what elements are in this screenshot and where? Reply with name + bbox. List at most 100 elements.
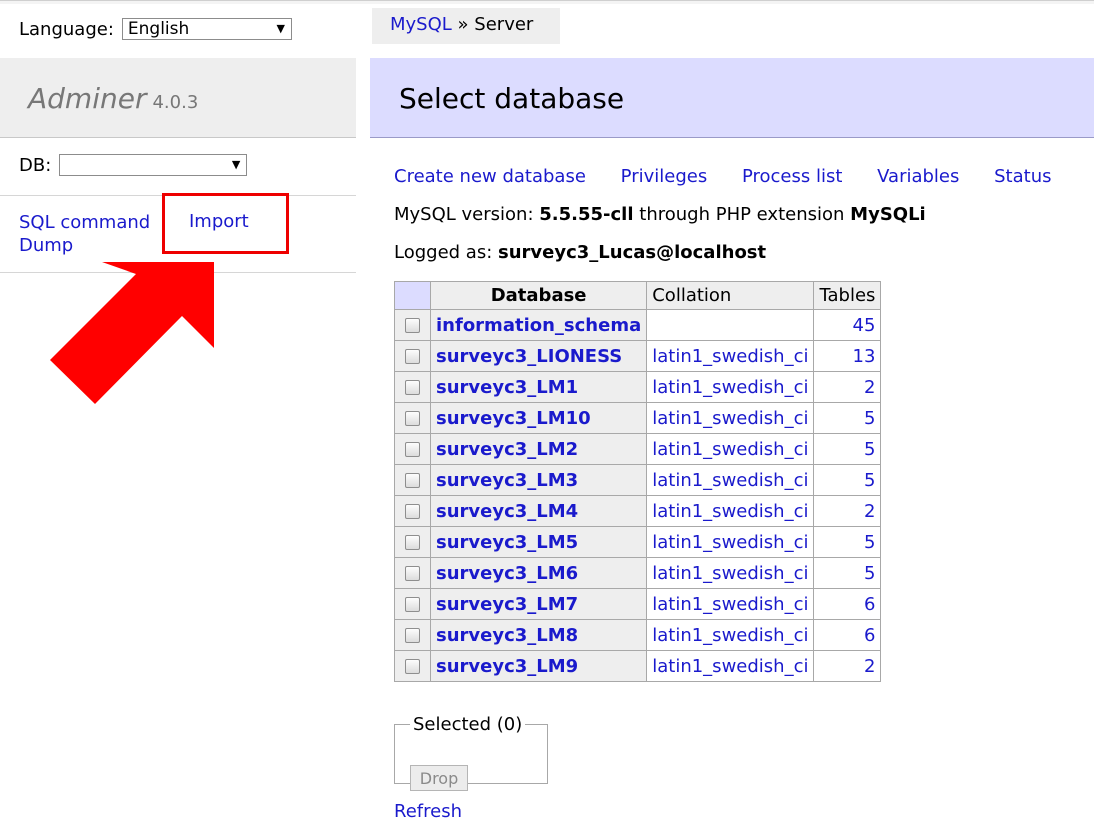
collation-column-header: Collation — [646, 281, 815, 310]
database-link[interactable]: surveyc3_LM3 — [436, 470, 578, 491]
database-link[interactable]: surveyc3_LM8 — [436, 625, 578, 646]
tables-count-link[interactable]: 5 — [864, 439, 875, 460]
collation-link[interactable]: latin1_swedish_ci — [652, 346, 808, 367]
collation-cell: latin1_swedish_ci — [646, 650, 815, 682]
page-title: Select database — [399, 82, 625, 115]
tables-count-link[interactable]: 5 — [864, 470, 875, 491]
table-row: surveyc3_LM5 latin1_swedish_ci 5 — [394, 526, 882, 558]
collation-link[interactable]: latin1_swedish_ci — [652, 377, 808, 398]
database-link[interactable]: information_schema — [436, 315, 641, 336]
row-checkbox[interactable] — [405, 349, 420, 364]
refresh-link[interactable]: Refresh — [394, 801, 462, 822]
tables-count-cell: 2 — [813, 650, 882, 682]
collation-link[interactable]: latin1_swedish_ci — [652, 656, 808, 677]
red-arrow-icon — [50, 262, 214, 404]
collation-cell: latin1_swedish_ci — [646, 495, 815, 527]
collation-cell: latin1_swedish_ci — [646, 557, 815, 589]
collation-link[interactable]: latin1_swedish_ci — [652, 501, 808, 522]
process-list-link[interactable]: Process list — [742, 166, 842, 187]
database-name-cell: surveyc3_LM6 — [429, 557, 648, 589]
collation-link[interactable]: latin1_swedish_ci — [652, 563, 808, 584]
row-checkbox[interactable] — [405, 628, 420, 643]
database-link[interactable]: surveyc3_LM9 — [436, 656, 578, 677]
row-checkbox[interactable] — [405, 566, 420, 581]
browser-top-edge — [0, 0, 1094, 4]
dump-link[interactable]: Dump — [19, 235, 73, 256]
row-checkbox-cell — [394, 371, 431, 403]
status-link[interactable]: Status — [994, 166, 1051, 187]
row-checkbox[interactable] — [405, 380, 420, 395]
tables-count-link[interactable]: 5 — [864, 563, 875, 584]
tables-count-link[interactable]: 6 — [864, 594, 875, 615]
privileges-link[interactable]: Privileges — [621, 166, 708, 187]
language-select[interactable]: English ▼ — [121, 18, 292, 40]
breadcrumb-mysql-link[interactable]: MySQL — [390, 14, 452, 35]
collation-link[interactable]: latin1_swedish_ci — [652, 594, 808, 615]
app-name-link[interactable]: Adminer — [28, 82, 146, 115]
version-prefix: MySQL version: — [394, 204, 534, 225]
collation-link[interactable]: latin1_swedish_ci — [652, 470, 808, 491]
tables-count-link[interactable]: 13 — [853, 346, 876, 367]
tables-column-header: Tables — [813, 281, 882, 310]
database-link[interactable]: surveyc3_LM4 — [436, 501, 578, 522]
database-name-cell: surveyc3_LM3 — [429, 464, 648, 496]
table-row: surveyc3_LM10 latin1_swedish_ci 5 — [394, 402, 882, 434]
tables-count-cell: 5 — [813, 402, 882, 434]
tables-count-link[interactable]: 5 — [864, 532, 875, 553]
create-database-link[interactable]: Create new database — [394, 166, 586, 187]
database-link[interactable]: surveyc3_LIONESS — [436, 346, 622, 367]
tables-count-cell: 5 — [813, 526, 882, 558]
database-link[interactable]: surveyc3_LM2 — [436, 439, 578, 460]
row-checkbox-cell — [394, 495, 431, 527]
mysql-version-info: MySQL version: 5.5.55-cll through PHP ex… — [394, 204, 926, 225]
row-checkbox-cell — [394, 402, 431, 434]
table-row: surveyc3_LM9 latin1_swedish_ci 2 — [394, 650, 882, 682]
row-checkbox[interactable] — [405, 504, 420, 519]
collation-cell: latin1_swedish_ci — [646, 402, 815, 434]
collation-link[interactable]: latin1_swedish_ci — [652, 625, 808, 646]
collation-cell: latin1_swedish_ci — [646, 526, 815, 558]
database-link[interactable]: surveyc3_LM7 — [436, 594, 578, 615]
tables-count-link[interactable]: 5 — [864, 408, 875, 429]
tables-count-link[interactable]: 2 — [864, 501, 875, 522]
table-row: surveyc3_LIONESS latin1_swedish_ci 13 — [394, 340, 882, 372]
tables-count-cell: 5 — [813, 433, 882, 465]
row-checkbox[interactable] — [405, 473, 420, 488]
db-select[interactable]: ▼ — [59, 154, 248, 176]
database-name-cell: surveyc3_LIONESS — [429, 340, 648, 372]
collation-link[interactable]: latin1_swedish_ci — [652, 532, 808, 553]
tables-count-link[interactable]: 2 — [864, 377, 875, 398]
row-checkbox[interactable] — [405, 597, 420, 612]
breadcrumb-current: Server — [474, 14, 534, 35]
row-checkbox[interactable] — [405, 535, 420, 550]
database-name-cell: surveyc3_LM5 — [429, 526, 648, 558]
select-all-cell — [394, 281, 431, 310]
row-checkbox[interactable] — [405, 318, 420, 333]
tables-count-cell: 6 — [813, 588, 882, 620]
collation-cell: latin1_swedish_ci — [646, 340, 815, 372]
app-version: 4.0.3 — [152, 92, 199, 113]
collation-link[interactable]: latin1_swedish_ci — [652, 408, 808, 429]
mysql-version: 5.5.55-cll — [539, 204, 634, 225]
selected-fieldset: Selected (0) Drop — [394, 714, 548, 791]
sql-command-link[interactable]: SQL command — [19, 212, 150, 233]
database-name-cell: surveyc3_LM1 — [429, 371, 648, 403]
database-link[interactable]: surveyc3_LM10 — [436, 408, 591, 429]
drop-button[interactable]: Drop — [410, 765, 468, 791]
row-checkbox[interactable] — [405, 442, 420, 457]
tables-count-link[interactable]: 6 — [864, 625, 875, 646]
database-link[interactable]: surveyc3_LM6 — [436, 563, 578, 584]
row-checkbox-cell — [394, 619, 431, 651]
row-checkbox-cell — [394, 464, 431, 496]
tables-count-link[interactable]: 2 — [864, 656, 875, 677]
database-link[interactable]: surveyc3_LM1 — [436, 377, 578, 398]
selected-legend: Selected (0) — [413, 714, 523, 735]
tables-count-link[interactable]: 45 — [853, 315, 876, 336]
breadcrumb-separator: » — [457, 14, 469, 35]
page-header: Select database — [370, 58, 1094, 138]
row-checkbox[interactable] — [405, 659, 420, 674]
database-link[interactable]: surveyc3_LM5 — [436, 532, 578, 553]
collation-link[interactable]: latin1_swedish_ci — [652, 439, 808, 460]
row-checkbox[interactable] — [405, 411, 420, 426]
variables-link[interactable]: Variables — [877, 166, 959, 187]
